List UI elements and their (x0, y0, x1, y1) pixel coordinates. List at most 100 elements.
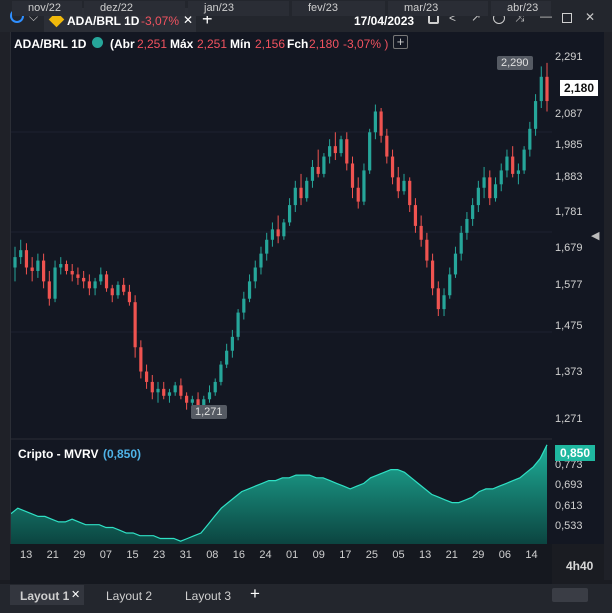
price-tick: 1,475 (555, 320, 583, 332)
indicator-value: (0,850) (103, 447, 142, 461)
candle (82, 270, 86, 289)
candle (36, 253, 40, 278)
price-tick: 1,781 (555, 206, 583, 218)
candle (270, 222, 275, 247)
candle (505, 149, 509, 178)
candle (293, 180, 297, 213)
month-label: fev/23 (292, 1, 385, 16)
candle (207, 385, 212, 403)
candle (362, 163, 366, 206)
legend-open-label: (Abr (110, 37, 135, 51)
candle (230, 329, 234, 358)
candle (511, 146, 515, 178)
candle (499, 163, 503, 192)
candle (104, 270, 109, 292)
candle (156, 381, 160, 403)
layout-tab-1[interactable]: Layout 1 (20, 586, 69, 606)
price-tick: 1,577 (555, 279, 583, 291)
candle (185, 392, 189, 410)
candle (453, 246, 458, 278)
candle (225, 343, 229, 369)
visibility-dot-icon[interactable] (92, 37, 103, 48)
candle (390, 149, 395, 185)
candle (59, 257, 63, 275)
candle (322, 153, 326, 178)
price-tick: 1,271 (555, 413, 583, 425)
candle (471, 198, 475, 226)
candle (173, 381, 177, 396)
candle (42, 253, 46, 289)
candle (482, 166, 486, 199)
layout-tab-2[interactable]: Layout 2 (106, 586, 152, 606)
legend-symbol: ADA/BRL 1D (14, 37, 87, 51)
time-axis[interactable] (10, 544, 552, 566)
candle (436, 281, 440, 317)
candle (328, 139, 332, 164)
candle (162, 381, 166, 400)
indicator-name: Cripto - MVRV (18, 447, 99, 461)
legend-high-label: Máx (170, 37, 194, 51)
maximize-icon[interactable] (562, 13, 572, 23)
mvrv-tick: 0,533 (555, 520, 583, 532)
candle (70, 264, 74, 282)
tab-change: -3,07% (141, 14, 180, 28)
candle (144, 364, 149, 389)
date-tick: 21 (46, 549, 59, 561)
layout-tab-3[interactable]: Layout 3 (185, 586, 231, 606)
candle (345, 132, 349, 171)
date-tick: 06 (498, 549, 512, 561)
candle (247, 274, 252, 303)
candle (419, 215, 423, 247)
legend-close-value: 2,180 (309, 37, 340, 51)
date-tick: 08 (206, 549, 219, 561)
candle (47, 270, 51, 306)
mvrv-current-badge: 0,850 (555, 445, 596, 461)
collapse-arrow-icon[interactable]: ◀ (591, 229, 599, 242)
date-tick: 09 (312, 549, 325, 561)
price-chart (11, 62, 553, 544)
candle (528, 121, 532, 157)
candle (93, 277, 97, 296)
date-tick: 05 (392, 549, 405, 561)
close-icon[interactable]: ✕ (585, 10, 595, 24)
candle (396, 166, 400, 199)
layout-tab-close-icon[interactable]: ✕ (71, 588, 80, 601)
chart-pane[interactable] (10, 32, 553, 544)
horizontal-scrollbar[interactable] (552, 588, 588, 602)
date-tick: 01 (286, 549, 299, 561)
tab-symbol: ADA/BRL 1D (67, 14, 140, 28)
add-indicator-icon[interactable]: + (393, 35, 408, 49)
mvrv-tick: 0,613 (555, 500, 583, 512)
candle (265, 232, 269, 261)
date-tick: 24 (259, 549, 272, 561)
candle (87, 274, 91, 296)
candle (488, 170, 492, 206)
candle (30, 257, 34, 282)
legend-low-value: 2,156 (255, 37, 286, 51)
date-tick: 13 (419, 549, 432, 561)
candle (236, 309, 240, 341)
candle (133, 295, 137, 358)
candle (116, 281, 120, 299)
current-price-badge: 2,180 (560, 80, 599, 96)
candle (299, 173, 303, 206)
candle (533, 94, 538, 136)
date-tick: 17 (339, 549, 352, 561)
candle (99, 267, 103, 285)
candle (64, 260, 69, 275)
candle (110, 284, 114, 303)
date-tick: 29 (73, 549, 86, 561)
candle (139, 340, 143, 379)
date-tick: 29 (472, 549, 485, 561)
candle (127, 284, 132, 306)
candle (413, 198, 418, 233)
add-layout-icon[interactable]: + (250, 584, 260, 604)
month-label: dez/22 (84, 1, 185, 16)
price-tick: 1,883 (555, 171, 583, 183)
candle (53, 260, 57, 303)
month-label: jan/23 (188, 1, 289, 16)
candle (179, 378, 183, 400)
candle (373, 104, 377, 140)
candle (333, 132, 337, 161)
candle (305, 177, 309, 202)
